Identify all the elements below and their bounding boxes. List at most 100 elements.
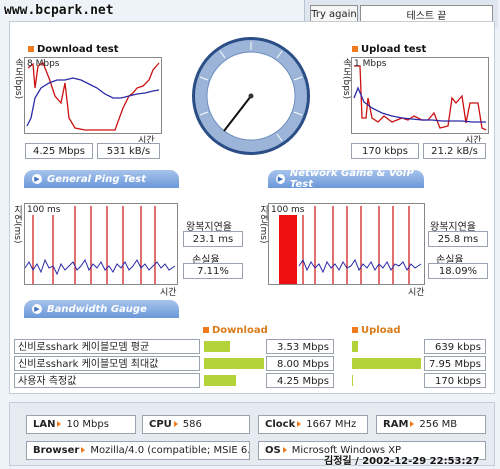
download-level-fill — [204, 358, 264, 369]
gauge-row-upload-value: 7.95 Mbps — [424, 356, 486, 371]
ping-red-spikes — [32, 206, 156, 284]
download-test-title: Download test — [28, 44, 119, 55]
gauge-row-download-value: 4.25 Mbps — [266, 373, 334, 388]
lan-value: 10 Mbps — [66, 419, 109, 430]
ping-loss-value: 7.11% — [183, 263, 243, 279]
download-scale: 8 Mbps — [27, 59, 60, 69]
gauge-row-label: 신비로sshark 케이블모뎀 평균 — [14, 339, 200, 354]
arrow-right-icon: ▶ — [276, 174, 285, 184]
download-graph-svg — [26, 62, 160, 131]
watermark: www.bcpark.net — [4, 3, 114, 18]
gauge-row-download-value: 3.53 Mbps — [266, 339, 334, 354]
cpu-label: CPU — [149, 419, 172, 430]
upload-graph: 1 Mbps — [351, 57, 489, 134]
gauge-download-header-text: Download — [212, 325, 268, 336]
browser-label: Browser — [33, 445, 80, 456]
clock-value: 1667 MHz — [306, 419, 357, 430]
gauge-row-label: 신비로sshark 케이블모뎀 최대값 — [14, 356, 200, 371]
download-level-bar — [204, 339, 264, 354]
gauge-row-upload-value: 639 kbps — [424, 339, 486, 354]
browser-value: Mozilla/4.0 (compatible; MSIE 6.0 — [90, 445, 250, 456]
triangle-right-icon — [282, 446, 287, 453]
upload-graph-svg — [353, 65, 487, 131]
upload-rate-kbs: 21.2 kB/s — [423, 143, 486, 159]
gauge-row: 사용자 측정값 4.25 Mbps — [14, 373, 336, 389]
gauge-row: 신비로sshark 케이블모뎀 평균 3.53 Mbps — [14, 339, 336, 355]
ping-blue-trace — [24, 258, 176, 276]
tab-gauge-label: Bandwidth Gauge — [47, 303, 147, 315]
tab-bandwidth-gauge[interactable]: ▶ Bandwidth Gauge — [24, 300, 179, 318]
clock-label: Clock — [265, 419, 296, 430]
ping-scale: 100 ms — [27, 205, 61, 215]
arrow-right-icon: ▶ — [32, 304, 42, 314]
sysinfo-lan: LAN 10 Mbps — [26, 415, 136, 434]
game-blue-trace — [298, 258, 422, 274]
triangle-right-icon — [173, 420, 178, 427]
upload-level-bar — [352, 373, 422, 388]
sysinfo-browser: Browser Mozilla/4.0 (compatible; MSIE 6.0 — [26, 441, 250, 460]
triangle-right-icon — [57, 420, 62, 427]
arrow-right-icon: ▶ — [32, 174, 42, 184]
gauge-download-header: Download — [203, 325, 268, 336]
bullet-icon — [203, 327, 209, 333]
download-red-trace — [27, 62, 160, 131]
download-level-bar — [204, 373, 264, 388]
gauge-row-upload-value: 170 kbps — [424, 373, 486, 388]
game-scale: 100 ms — [271, 205, 305, 215]
ping-ylabel: 지연(ms) — [12, 205, 22, 244]
ping-xlabel: 시간 — [160, 288, 177, 298]
sysinfo-clock: Clock 1667 MHz — [258, 415, 368, 434]
cpu-value: 586 — [182, 419, 202, 430]
gauge-row-label: 사용자 측정값 — [14, 373, 200, 388]
download-level-fill — [204, 341, 231, 352]
lan-label: LAN — [33, 419, 56, 430]
tab-network-game-voip-test[interactable]: ▶ Network Game & VoIP Test — [268, 168, 424, 190]
sysinfo-cpu: CPU 586 — [142, 415, 250, 434]
upload-level-fill — [352, 375, 354, 386]
speedometer-gauge — [190, 35, 312, 157]
tab-game-label: Network Game & VoIP Test — [289, 168, 414, 190]
download-level-bar — [204, 356, 264, 371]
upload-title-text: Upload test — [361, 44, 427, 55]
os-label: OS — [265, 445, 281, 456]
upload-scale: 1 Mbps — [354, 59, 387, 69]
download-rate-kbs: 531 kB/s — [97, 143, 160, 159]
ping-rtt-value: 23.1 ms — [183, 231, 243, 247]
triangle-right-icon — [297, 420, 302, 427]
upload-level-bar — [352, 356, 422, 371]
upload-level-fill — [352, 341, 358, 352]
upload-level-fill — [352, 358, 422, 369]
signature-watermark: 김정길 / 2002-12-29 22:53:27 — [324, 456, 480, 467]
upload-level-bar — [352, 339, 422, 354]
game-xlabel: 시간 — [408, 288, 425, 298]
bullet-icon — [28, 46, 34, 52]
game-red-block — [279, 214, 297, 284]
gauge-upload-header-text: Upload — [361, 325, 401, 336]
gauge-upload-header: Upload — [352, 325, 400, 336]
bullet-icon — [352, 46, 358, 52]
triangle-right-icon — [81, 446, 86, 453]
sysinfo-ram: RAM 256 MB — [376, 415, 486, 434]
upload-blue-trace — [353, 86, 486, 123]
ping-graph-svg — [24, 206, 176, 284]
game-loss-value: 18.09% — [428, 263, 488, 279]
upload-rate-kbps: 170 kbps — [351, 143, 419, 159]
triangle-right-icon — [410, 420, 415, 427]
upload-test-title: Upload test — [352, 44, 426, 55]
tab-general-ping-test[interactable]: ▶ General Ping Test — [24, 170, 179, 188]
download-blue-trace — [26, 77, 160, 127]
download-rate-mbps: 4.25 Mbps — [25, 143, 93, 159]
tab-ping-label: General Ping Test — [47, 173, 147, 185]
game-graph: 100 ms — [268, 203, 425, 285]
game-rtt-value: 25.8 ms — [428, 231, 488, 247]
ping-graph: 100 ms — [24, 203, 178, 285]
gauge-row-download-value: 8.00 Mbps — [266, 356, 334, 371]
game-red-spikes — [302, 206, 410, 284]
ram-label: RAM — [383, 419, 409, 430]
speedometer-svg — [192, 37, 310, 155]
game-graph-svg — [279, 206, 422, 284]
bullet-icon — [352, 327, 358, 333]
ram-value: 256 MB — [419, 419, 458, 430]
gauge-row: 신비로sshark 케이블모뎀 최대값 8.00 Mbps — [14, 356, 336, 372]
download-title-text: Download test — [37, 44, 119, 55]
